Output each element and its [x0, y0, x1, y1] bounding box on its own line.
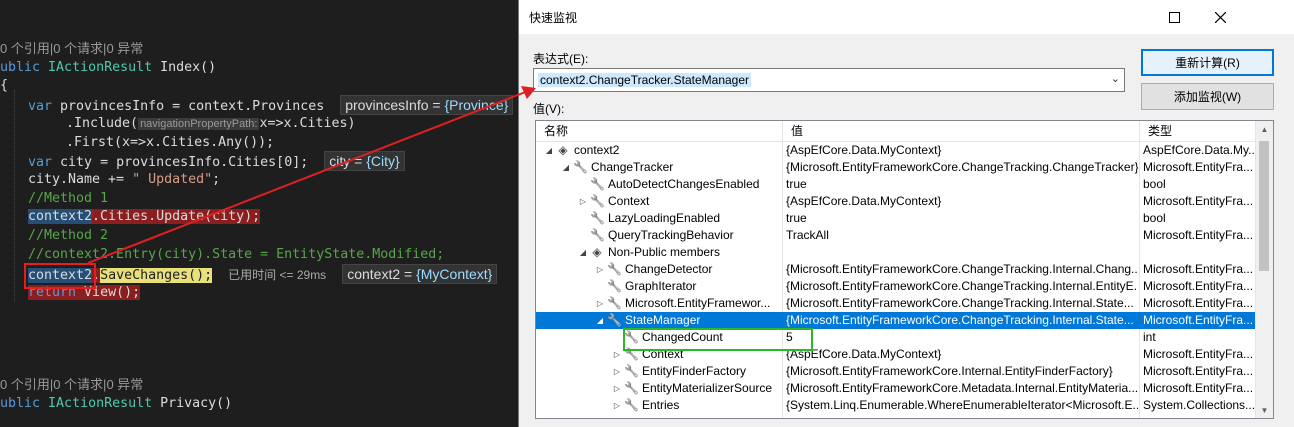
annotation-arrow [87, 86, 536, 264]
